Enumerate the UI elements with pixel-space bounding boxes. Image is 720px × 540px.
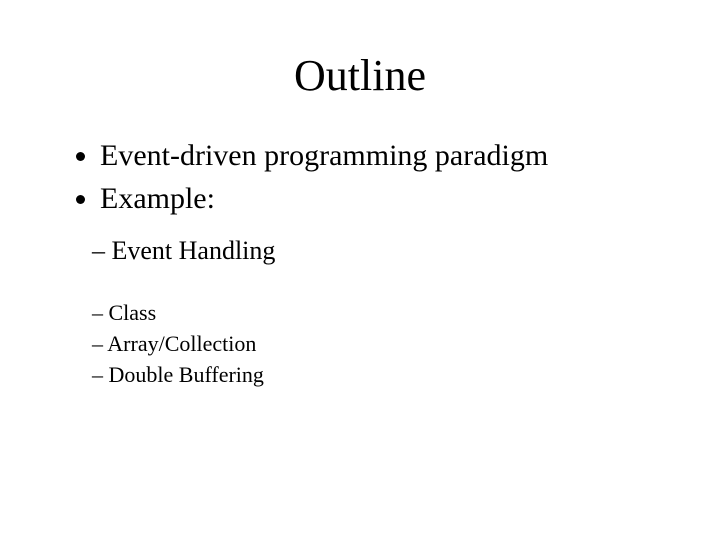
- bullet-list-level2-group1: Event Handling: [60, 233, 660, 268]
- slide: Outline Event-driven programming paradig…: [0, 0, 720, 540]
- slide-title: Outline: [60, 50, 660, 101]
- sub-bullet-item: Class: [92, 298, 660, 329]
- bullet-item: Event-driven programming paradigm: [100, 136, 660, 177]
- sub-bullet-item: Array/Collection: [92, 329, 660, 360]
- sub-bullet-item: Event Handling: [92, 233, 660, 268]
- bullet-item: Example:: [100, 179, 660, 220]
- bullet-list-level1: Event-driven programming paradigm Exampl…: [60, 136, 660, 219]
- sub-bullet-item: Double Buffering: [92, 360, 660, 391]
- bullet-list-level2-group2: Class Array/Collection Double Buffering: [60, 298, 660, 390]
